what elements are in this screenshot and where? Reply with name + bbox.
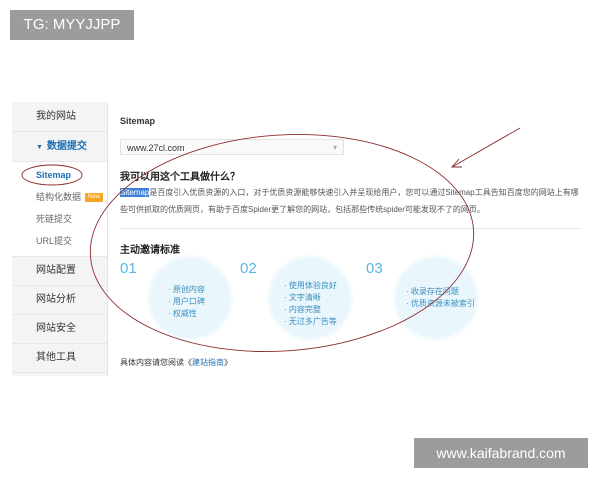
sidebar: 我的网站 ▼ 数据提交 Sitemap 结构化数据 New 死链提交 URL提交 网… (12, 102, 108, 376)
criteria-list: 使用体验良好 文字清晰 内容完整 无过多广告等 (284, 280, 337, 328)
sidebar-sub-label: 结构化数据 (36, 192, 82, 202)
list-item: 原创内容 (168, 284, 205, 296)
footer-prefix: 具体内容请您阅读《 (120, 358, 192, 367)
dropdown-arrow-icon: ▾ (332, 143, 337, 152)
criteria-list: 原创内容 用户口碑 权威性 (168, 284, 205, 320)
criteria-list: 收录存在问题 优质资源未被索引 (406, 286, 475, 310)
sidebar-sub-sitemap[interactable]: Sitemap (12, 164, 107, 186)
standard-title: 主动邀请标准 (120, 245, 180, 256)
site-select[interactable]: www.27cl.com ▾ (120, 139, 344, 155)
footer-note: 具体内容请您阅读《建站指南》 (120, 357, 232, 368)
sidebar-sub-url-submit[interactable]: URL提交 (12, 230, 107, 252)
sidebar-item-label: 数据提交 (46, 141, 87, 152)
highlighted-text: Sitemap (120, 188, 150, 197)
sidebar-sub-structured-data[interactable]: 结构化数据 New (12, 186, 107, 208)
sidebar-item-my-sites[interactable]: 我的网站 (12, 102, 107, 132)
sidebar-item-data-submit[interactable]: ▼ 数据提交 (12, 132, 107, 162)
standard-column-3: 03 收录存在问题 优质资源未被索引 (366, 258, 496, 338)
list-item: 收录存在问题 (406, 286, 475, 298)
screenshot-panel: 我的网站 ▼ 数据提交 Sitemap 结构化数据 New 死链提交 URL提交 网… (12, 102, 594, 376)
watermark: www.kaifabrand.com (414, 438, 588, 468)
tg-label: TG: MYYJJPP (10, 10, 134, 40)
list-item: 优质资源未被索引 (406, 298, 475, 310)
column-number: 01 (120, 260, 137, 277)
standard-column-1: 01 原创内容 用户口碑 权威性 (120, 258, 250, 338)
footer-suffix: 》 (224, 358, 232, 367)
divider (120, 228, 580, 229)
column-number: 03 (366, 260, 383, 277)
list-item: 使用体验良好 (284, 280, 337, 292)
list-item: 用户口碑 (168, 296, 205, 308)
list-item: 权威性 (168, 308, 205, 320)
section-title: Sitemap (120, 116, 156, 126)
sidebar-item-site-config[interactable]: 网站配置 (12, 257, 107, 286)
guide-link[interactable]: 建站指南 (192, 358, 224, 367)
new-badge: New (85, 193, 104, 203)
main-content: Sitemap www.27cl.com ▾ 我可以用这个工具做什么？ Site… (120, 102, 594, 376)
list-item: 无过多广告等 (284, 316, 337, 328)
sidebar-item-site-analysis[interactable]: 网站分析 (12, 286, 107, 315)
sidebar-sub-dead-link[interactable]: 死链提交 (12, 208, 107, 230)
site-select-value: www.27cl.com (127, 143, 185, 153)
list-item: 文字清晰 (284, 292, 337, 304)
caret-down-icon: ▼ (36, 144, 43, 151)
standard-column-2: 02 使用体验良好 文字清晰 内容完整 无过多广告等 (240, 258, 370, 338)
tool-description: Sitemap是百度引入优质资源的入口，对于优质资源能够快速引入并呈现给用户，您… (120, 184, 580, 218)
tool-question-heading: 我可以用这个工具做什么？ (120, 172, 240, 183)
list-item: 内容完整 (284, 304, 337, 316)
sidebar-submenu: Sitemap 结构化数据 New 死链提交 URL提交 (12, 162, 107, 257)
sidebar-item-site-security[interactable]: 网站安全 (12, 315, 107, 344)
column-number: 02 (240, 260, 257, 277)
description-text: 是百度引入优质资源的入口，对于优质资源能够快速引入并呈现给用户，您可以通过Sit… (120, 188, 579, 214)
sidebar-item-other-tools[interactable]: 其他工具 (12, 344, 107, 373)
